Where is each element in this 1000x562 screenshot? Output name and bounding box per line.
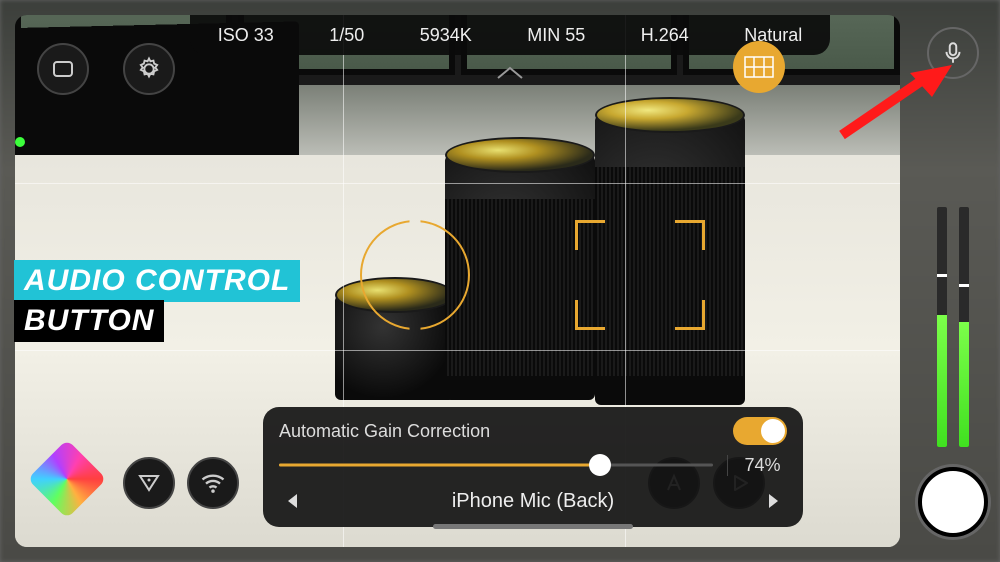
mic-source-label: iPhone Mic (Back) (452, 490, 614, 513)
wifi-icon (199, 469, 227, 497)
exposure-reticle[interactable] (575, 220, 705, 330)
whitebalance-readout[interactable]: 5934K (420, 25, 472, 46)
color-picker-button[interactable] (37, 449, 97, 509)
gear-icon (135, 55, 163, 83)
audio-control-button[interactable] (927, 27, 979, 79)
audio-control-panel: Automatic Gain Correction 74% iPhone Mic… (263, 407, 803, 527)
wifi-button[interactable] (187, 457, 239, 509)
audio-level-meters (905, 109, 1000, 447)
gain-slider[interactable] (279, 453, 713, 477)
home-indicator (433, 524, 633, 529)
stabilization-button[interactable] (123, 457, 175, 509)
grid-line (15, 350, 900, 351)
next-mic-button[interactable] (759, 487, 787, 515)
agc-label: Automatic Gain Correction (279, 421, 490, 442)
microphone-icon (940, 40, 966, 66)
record-button[interactable] (918, 467, 988, 537)
focus-readout[interactable]: MIN 55 (527, 25, 585, 46)
grid-line (15, 183, 900, 184)
recording-indicator-dot (15, 137, 25, 147)
top-info-bar: ISO 33 1/50 5934K MIN 55 H.264 Natural (190, 15, 830, 55)
prev-mic-button[interactable] (279, 487, 307, 515)
audio-meter-right (959, 207, 969, 447)
annotation-label-line2: BUTTON (14, 300, 164, 342)
annotation-label-line1: AUDIO CONTROL (14, 260, 300, 302)
right-controls (905, 15, 1000, 547)
agc-toggle[interactable] (733, 417, 787, 445)
shutter-readout[interactable]: 1/50 (329, 25, 364, 46)
gain-percent-readout: 74% (727, 455, 787, 476)
settings-button[interactable] (123, 43, 175, 95)
iso-readout[interactable]: ISO 33 (218, 25, 274, 46)
grid-icon (744, 56, 774, 78)
grid-toggle-button[interactable] (733, 41, 785, 93)
audio-meter-left (937, 207, 947, 447)
chevron-up-icon[interactable] (495, 65, 525, 81)
codec-readout[interactable]: H.264 (641, 25, 689, 46)
aspect-ratio-button[interactable] (37, 43, 89, 95)
